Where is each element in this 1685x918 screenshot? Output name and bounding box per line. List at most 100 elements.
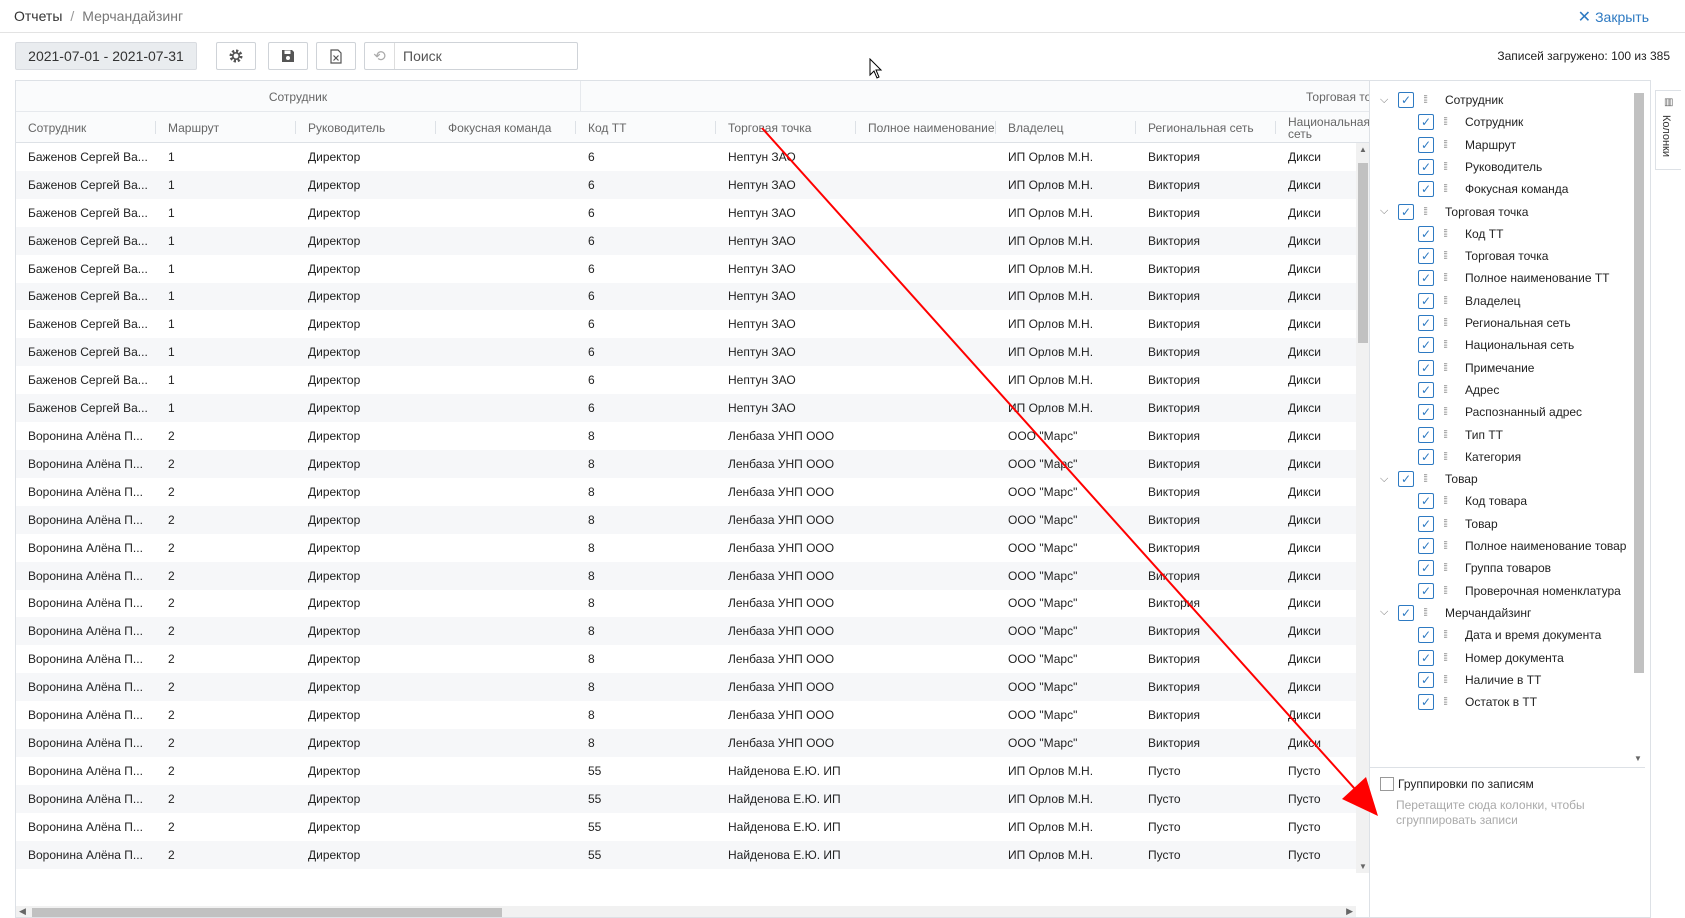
column-checkbox[interactable]: ✓ [1398,471,1414,488]
column-item[interactable]: ✓ ⁞⁞⁞ Тип ТТ [1370,424,1630,446]
columns-tree-scroll-thumb[interactable] [1634,93,1644,673]
column-checkbox[interactable]: ✓ [1418,560,1434,577]
column-header-employee[interactable]: Сотрудник [16,112,156,143]
scroll-down-icon[interactable]: ▼ [1634,754,1642,763]
column-item[interactable]: ✓ ⁞⁞⁞ Владелец [1370,290,1630,312]
column-header-route[interactable]: Маршрут [156,112,296,143]
drag-handle-icon[interactable]: ⁞⁞⁞ [1443,183,1455,195]
table-row[interactable]: Воронина Алёна П... 2 Директор 8 Ленбаза УНП… [16,505,1356,534]
column-item[interactable]: ✓ ⁞⁞⁞ Код ТТ [1370,223,1630,245]
column-item[interactable]: ✓ ⁞⁞⁞ Код товара [1370,490,1630,512]
column-checkbox[interactable]: ✓ [1418,381,1434,398]
drag-handle-icon[interactable]: ⁞⁞⁞ [1443,652,1455,664]
column-item[interactable]: ✓ ⁞⁞⁞ Группа товаров [1370,557,1630,579]
table-row[interactable]: Воронина Алёна П... 2 Директор 55 Найденова … [16,813,1356,841]
table-row[interactable]: Воронина Алёна П... 2 Директор 55 Найденова … [16,757,1356,785]
chevron-down-icon[interactable]: ⌵ [1380,473,1388,486]
column-item[interactable]: ✓ ⁞⁞⁞ Остаток в ТТ [1370,691,1630,713]
table-row[interactable]: Воронина Алёна П... 2 Директор 8 Ленбаза УНП… [16,701,1356,729]
column-checkbox[interactable]: ✓ [1418,337,1434,354]
column-item[interactable]: ✓ ⁞⁞⁞ Товар [1370,513,1630,535]
drag-handle-icon[interactable]: ⁞⁞⁞ [1443,161,1455,173]
drag-handle-icon[interactable]: ⁞⁞⁞ [1443,317,1455,329]
scroll-right-icon[interactable]: ▶ [1346,906,1353,917]
table-row[interactable]: Баженов Сергей Ва... 1 Директор 6 Нептун ЗАО… [16,282,1356,311]
column-item[interactable]: ✓ ⁞⁞⁞ Региональная сеть [1370,312,1630,334]
column-item[interactable]: ✓ ⁞⁞⁞ Сотрудник [1370,111,1630,133]
drag-handle-icon[interactable]: ⁞⁞⁞ [1443,228,1455,240]
table-row[interactable]: Воронина Алёна П... 2 Директор 8 Ленбаза УНП… [16,645,1356,673]
drag-handle-icon[interactable]: ⁞⁞⁞ [1423,206,1435,218]
column-item[interactable]: ✓ ⁞⁞⁞ Полное наименование ТТ [1370,267,1630,289]
drag-handle-icon[interactable]: ⁞⁞⁞ [1423,94,1435,106]
drag-handle-icon[interactable]: ⁞⁞⁞ [1443,495,1455,507]
column-checkbox[interactable]: ✓ [1398,604,1414,621]
table-row[interactable]: Баженов Сергей Ва... 1 Директор 6 Нептун ЗАО… [16,394,1356,423]
table-row[interactable]: Баженов Сергей Ва... 1 Директор 6 Нептун ЗАО… [16,170,1356,199]
column-item[interactable]: ✓ ⁞⁞⁞ Распознанный адрес [1370,401,1630,423]
table-row[interactable]: Воронина Алёна П... 2 Директор 8 Ленбаза УНП… [16,617,1356,646]
drag-handle-icon[interactable]: ⁞⁞⁞ [1443,585,1455,597]
table-row[interactable]: Воронина Алёна П... 2 Директор 8 Ленбаза УНП… [16,422,1356,450]
group-header-employee[interactable]: Сотрудник [16,81,581,112]
columns-tab[interactable]: ▥ Колонки [1655,90,1681,170]
column-header-outlet[interactable]: Торговая точка [716,112,856,143]
column-item[interactable]: ✓ ⁞⁞⁞ Наличие в ТТ [1370,669,1630,691]
group-header-outlet[interactable]: Торговая то [1306,81,1369,112]
table-row[interactable]: Воронина Алёна П... 2 Директор 8 Ленбаза УНП… [16,590,1356,618]
column-item[interactable]: ✓ ⁞⁞⁞ Проверочная номенклатура [1370,580,1630,602]
column-item[interactable]: ✓ ⁞⁞⁞ Категория [1370,446,1630,468]
table-row[interactable]: Воронина Алёна П... 2 Директор 55 Найденова … [16,840,1356,869]
column-item[interactable]: ✓ ⁞⁞⁞ Национальная сеть [1370,334,1630,356]
drag-handle-icon[interactable]: ⁞⁞⁞ [1443,696,1455,708]
table-row[interactable]: Баженов Сергей Ва... 1 Директор 6 Нептун ЗАО… [16,143,1356,171]
table-row[interactable]: Баженов Сергей Ва... 1 Директор 6 Нептун ЗАО… [16,366,1356,394]
column-group-item[interactable]: ⌵ ✓ ⁞⁞⁞ Товар [1370,468,1630,490]
drag-handle-icon[interactable]: ⁞⁞⁞ [1443,518,1455,530]
column-checkbox[interactable]: ✓ [1418,181,1434,198]
column-checkbox[interactable]: ✓ [1418,448,1434,465]
column-group-item[interactable]: ⌵ ✓ ⁞⁞⁞ Торговая точка [1370,201,1630,223]
horizontal-scroll-thumb[interactable] [32,908,502,917]
column-header-manager[interactable]: Руководитель [296,112,436,143]
table-row[interactable]: Воронина Алёна П... 2 Директор 8 Ленбаза УНП… [16,478,1356,506]
column-header-regional-network[interactable]: Региональная сеть [1136,112,1276,143]
drag-handle-icon[interactable]: ⁞⁞⁞ [1443,451,1455,463]
column-checkbox[interactable]: ✓ [1418,114,1434,131]
column-header-focus-team[interactable]: Фокусная команда [436,112,576,143]
drag-handle-icon[interactable]: ⁞⁞⁞ [1443,295,1455,307]
date-range-picker[interactable]: 2021-07-01 - 2021-07-31 [15,42,197,70]
column-checkbox[interactable]: ✓ [1418,315,1434,331]
column-checkbox[interactable]: ✓ [1418,359,1434,376]
drag-handle-icon[interactable]: ⁞⁞⁞ [1423,473,1435,485]
column-checkbox[interactable]: ✓ [1398,92,1414,108]
table-row[interactable]: Баженов Сергей Ва... 1 Директор 6 Нептун ЗАО… [16,226,1356,255]
table-row[interactable]: Баженов Сергей Ва... 1 Директор 6 Нептун ЗАО… [16,310,1356,338]
table-row[interactable]: Воронина Алёна П... 2 Директор 8 Ленбаза УНП… [16,729,1356,757]
drag-handle-icon[interactable]: ⁞⁞⁞ [1443,384,1455,396]
search-input[interactable] [395,48,575,64]
scroll-down-icon[interactable]: ▼ [1359,862,1367,871]
table-row[interactable]: Воронина Алёна П... 2 Директор 8 Ленбаза УНП… [16,673,1356,702]
column-item[interactable]: ✓ ⁞⁞⁞ Торговая точка [1370,245,1630,267]
column-group-item[interactable]: ⌵ ✓ ⁞⁞⁞ Сотрудник [1370,89,1630,111]
column-checkbox[interactable]: ✓ [1418,136,1434,153]
chevron-down-icon[interactable]: ⌵ [1380,94,1388,107]
table-row[interactable]: Воронина Алёна П... 2 Директор 8 Ленбаза УНП… [16,561,1356,590]
column-checkbox[interactable]: ✓ [1418,582,1434,599]
column-header-national-network[interactable]: Национальная сеть [1276,112,1369,143]
drag-handle-icon[interactable]: ⁞⁞⁞ [1443,540,1455,552]
grid-horizontal-scrollbar[interactable]: ◀ ▶ [16,906,1356,917]
column-header-owner[interactable]: Владелец [996,112,1136,143]
table-row[interactable]: Баженов Сергей Ва... 1 Директор 6 Нептун ЗАО… [16,199,1356,227]
drag-handle-icon[interactable]: ⁞⁞⁞ [1423,607,1435,619]
column-item[interactable]: ✓ ⁞⁞⁞ Дата и время документа [1370,624,1630,646]
column-item[interactable]: ✓ ⁞⁞⁞ Полное наименование товар [1370,535,1630,557]
chevron-down-icon[interactable]: ⌵ [1380,205,1388,218]
column-header-full-name[interactable]: Полное наименование [856,112,996,143]
drag-handle-icon[interactable]: ⁞⁞⁞ [1443,674,1455,686]
drag-handle-icon[interactable]: ⁞⁞⁞ [1443,362,1455,374]
column-checkbox[interactable]: ✓ [1418,248,1434,265]
column-item[interactable]: ✓ ⁞⁞⁞ Фокусная команда [1370,178,1630,200]
drag-handle-icon[interactable]: ⁞⁞⁞ [1443,339,1455,351]
